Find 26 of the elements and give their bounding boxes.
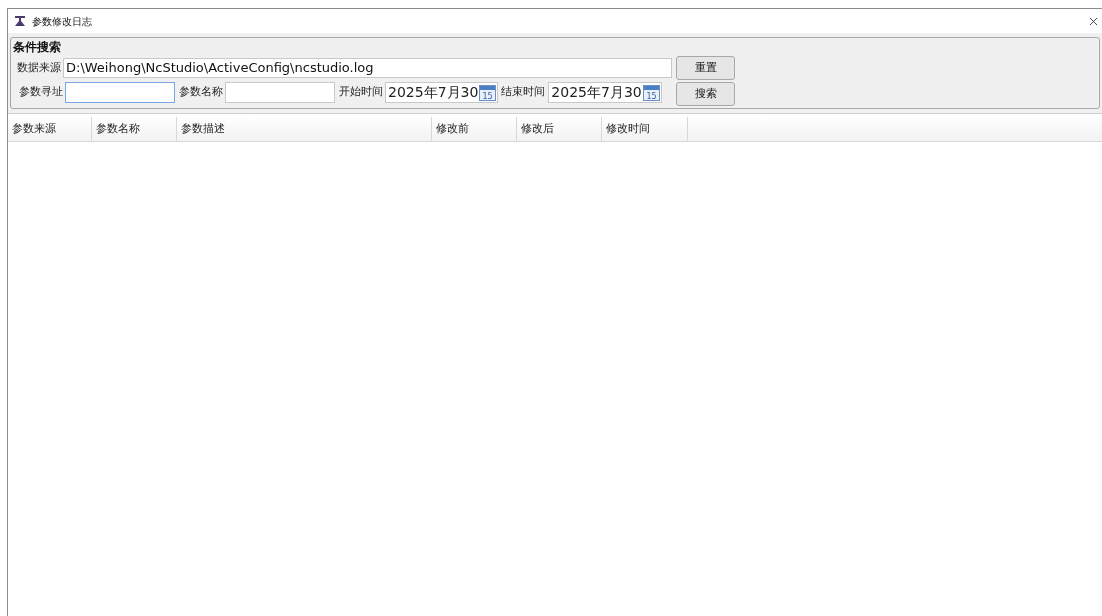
- address-field[interactable]: [65, 82, 175, 103]
- date-field[interactable]: 2025年7月30 15: [548, 82, 662, 103]
- date-value: 2025年7月30: [388, 83, 479, 102]
- column-header[interactable]: 参数名称: [92, 117, 177, 141]
- app-icon: [14, 15, 26, 27]
- column-header[interactable]: 修改后: [517, 117, 602, 141]
- column-header[interactable]: 修改前: [432, 117, 517, 141]
- calendar-icon[interactable]: 15: [642, 84, 660, 101]
- date-value: 2025年7月30: [551, 83, 642, 102]
- source-label: 数据来源: [17, 59, 61, 76]
- column-header[interactable]: 参数描述: [177, 117, 432, 141]
- date-field[interactable]: 2025年7月30 15: [385, 82, 499, 103]
- calendar-icon[interactable]: 15: [479, 84, 497, 101]
- source-value: D:\Weihong\NcStudio\ActiveConfig\ncstudio.log: [66, 59, 374, 78]
- column-header[interactable]: 参数来源: [8, 117, 92, 141]
- name-field[interactable]: [225, 82, 335, 103]
- end-time-label: 结束时间: [501, 84, 546, 101]
- window-title: 参数修改日志: [32, 14, 92, 29]
- name-label: 参数名称: [179, 84, 223, 101]
- reset-button[interactable]: 重置: [676, 56, 735, 80]
- group-title: 条件搜索: [13, 39, 62, 56]
- source-field[interactable]: D:\Weihong\NcStudio\ActiveConfig\ncstudio.log: [63, 58, 672, 78]
- address-label: 参数寻址: [19, 84, 63, 101]
- column-header[interactable]: 修改时间: [602, 117, 688, 141]
- search-button[interactable]: 搜索: [676, 82, 735, 106]
- start-time-label: 开始时间: [339, 84, 383, 101]
